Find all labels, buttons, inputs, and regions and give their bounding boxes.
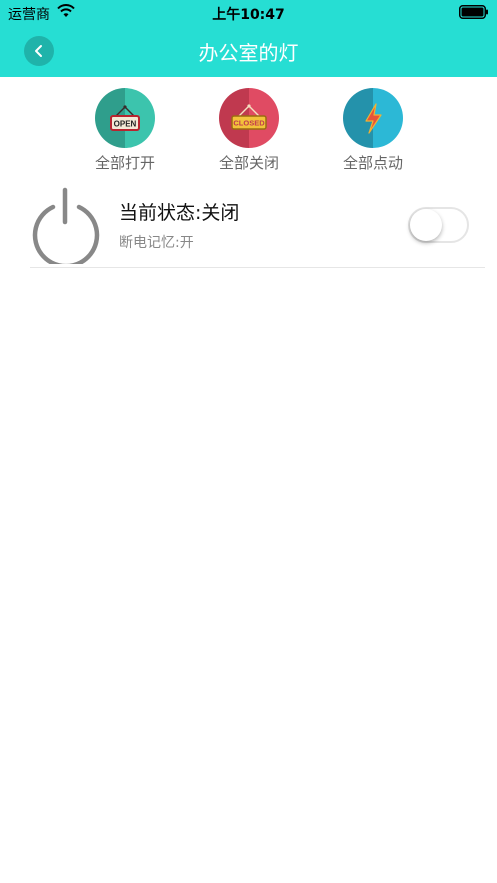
close-all-label: 全部关闭 [218,154,279,172]
closed-sign-text: CLOSED [233,119,265,128]
nav-bar: 办公室的灯 [0,26,497,77]
power-toggle[interactable] [408,207,469,243]
open-sign-text: OPEN [114,120,137,129]
page-title: 办公室的灯 [198,41,299,65]
device-row: 当前状态:关闭 断电记忆:开 [30,186,485,268]
current-state-label: 当前状态:关闭 [119,202,240,224]
status-bar: 运营商 上午10:47 [0,0,497,26]
chevron-left-icon [35,45,42,57]
batch-actions: OPEN 全部打开 CLOSED 全部关闭 全部点动 [0,88,497,178]
battery-icon [459,5,489,23]
status-time: 上午10:47 [212,7,285,23]
pulse-all-label: 全部点动 [342,154,403,172]
toggle-knob [410,209,442,241]
open-all-button[interactable]: OPEN 全部打开 [75,88,175,173]
power-memory-label: 断电记忆:开 [119,235,194,251]
power-icon[interactable] [30,186,102,264]
open-sign-icon: OPEN [95,88,155,148]
closed-sign-icon: CLOSED [219,88,279,148]
close-all-button[interactable]: CLOSED 全部关闭 [199,88,299,173]
lightning-icon [343,88,403,148]
open-all-label: 全部打开 [94,154,155,172]
back-button[interactable] [24,36,54,66]
pulse-all-button[interactable]: 全部点动 [323,88,423,173]
